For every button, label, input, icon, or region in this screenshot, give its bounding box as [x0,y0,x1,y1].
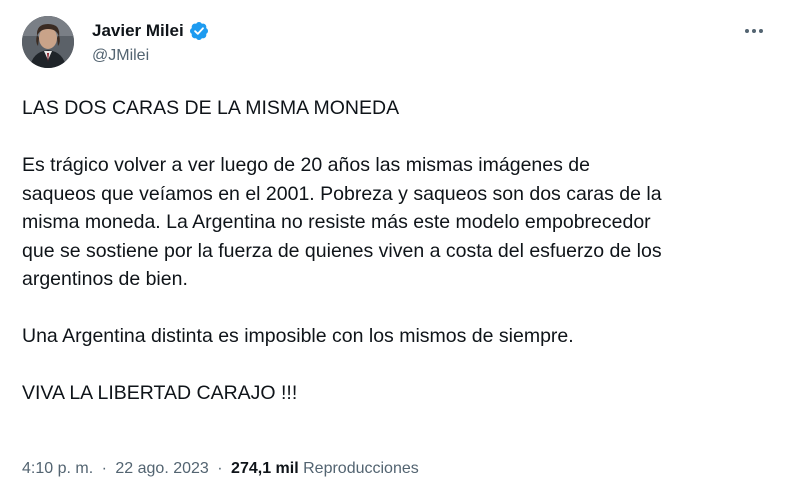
tweet-line: misma moneda. La Argentina no resiste má… [22,211,651,233]
tweet-line: argentinos de bien. [22,268,188,290]
tweet-title-line: LAS DOS CARAS DE LA MISMA MONEDA [22,97,400,119]
author-display-name[interactable]: Javier Milei [92,21,184,41]
tweet-text: LAS DOS CARAS DE LA MISMA MONEDA Es trág… [22,94,772,408]
author-handle[interactable]: @JMilei [92,47,209,65]
tweet-line: saqueos que veíamos en el 2001. Pobreza … [22,182,662,205]
tweet-line: que se sostiene por la fuerza de quienes… [22,239,662,262]
verified-badge-icon [189,21,209,41]
tweet-card: Javier Milei @JMilei LAS DOS CARAS DE LA… [0,0,790,504]
author-names: Javier Milei @JMilei [92,20,209,65]
views-label: Reproducciones [303,460,419,477]
tweet-date[interactable]: 22 ago. 2023 [115,460,208,477]
tweet-time[interactable]: 4:10 p. m. [22,460,93,477]
tweet-paragraph-1: Es trágico volver a ver luego de 20 años… [22,151,772,294]
display-name-row: Javier Milei [92,20,209,42]
tweet-paragraph-2: Una Argentina distinta es imposible con … [22,325,574,347]
avatar[interactable] [22,16,74,68]
views-count[interactable]: 274,1 mil [231,460,299,477]
meta-separator: · [101,460,107,477]
more-options-icon[interactable] [740,20,768,42]
tweet-meta: 4:10 p. m. · 22 ago. 2023 · 274,1 mil Re… [22,460,419,478]
tweet-header: Javier Milei @JMilei [22,16,772,70]
meta-separator: · [217,460,223,477]
tweet-paragraph-3: VIVA LA LIBERTAD CARAJO !!! [22,382,298,404]
tweet-line: Es trágico volver a ver luego de 20 años… [22,154,590,176]
